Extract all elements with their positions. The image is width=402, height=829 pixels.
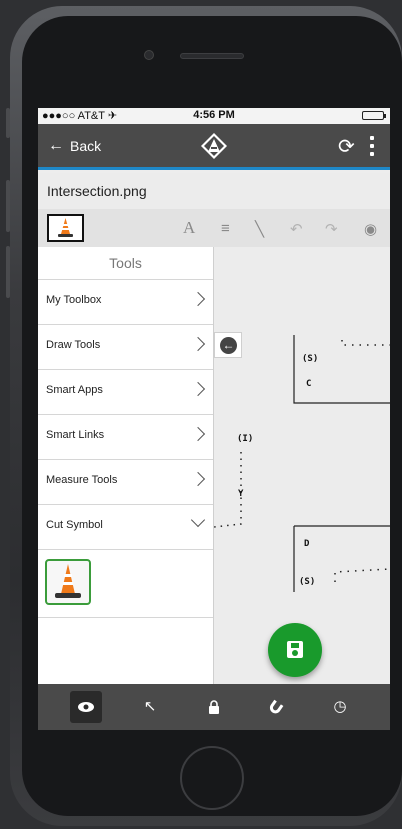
redo-icon[interactable]: ↷	[325, 220, 338, 238]
app-header: ← Back ⟳	[38, 124, 390, 170]
diagram-label-c: C	[306, 379, 312, 389]
magnet-button[interactable]	[260, 691, 292, 723]
battery-icon	[362, 111, 386, 120]
back-label: Back	[70, 138, 102, 154]
tool-row-label: Cut Symbol	[46, 519, 103, 531]
top-dotted-line	[341, 340, 390, 346]
diagram-label-s-top: (S)	[302, 354, 319, 364]
diagram-label-i: (I)	[237, 434, 254, 444]
eye-icon[interactable]: ◉	[364, 220, 377, 238]
arrow-left-circle-icon: ←	[220, 337, 237, 354]
back-button[interactable]: ← Back	[48, 137, 101, 155]
current-symbol-button[interactable]	[47, 214, 84, 242]
cut-symbol-list	[38, 550, 213, 618]
back-arrow-icon: ←	[48, 137, 64, 154]
tool-row-label: Smart Links	[46, 429, 105, 441]
clock-label: 4:56 PM	[193, 109, 235, 121]
diagram-label-y: Y	[238, 489, 244, 499]
clock-icon[interactable]: ◷	[324, 691, 356, 723]
diagram-label-s-bottom: (S)	[299, 577, 316, 587]
tools-panel: Tools My Toolbox Draw Tools Smart Apps S…	[38, 247, 214, 684]
left-dotted-line	[213, 452, 242, 528]
edit-toolbar: A ≡ ╲ ↶ ↷ ◉	[38, 209, 390, 247]
tool-row-label: Draw Tools	[46, 339, 101, 351]
tool-row-label: My Toolbox	[46, 294, 102, 306]
collapse-panel-button[interactable]: ←	[214, 332, 242, 358]
tool-row-label: Measure Tools	[46, 474, 118, 486]
bottom-dotted-line	[334, 568, 390, 582]
chevron-right-icon	[190, 471, 206, 487]
eye-icon	[78, 702, 94, 712]
drawing-canvas[interactable]: (S) C (I) Y D (S)	[213, 247, 390, 684]
diagram-label-d: D	[304, 539, 310, 549]
mute-switch	[6, 108, 10, 138]
traffic-cone-icon	[55, 564, 81, 598]
tool-row-cut-symbol[interactable]: Cut Symbol	[38, 505, 213, 550]
magnet-icon	[269, 699, 284, 714]
text-icon[interactable]: A	[183, 218, 195, 238]
tool-row-draw-tools[interactable]: Draw Tools	[38, 325, 213, 370]
chevron-right-icon	[190, 381, 206, 397]
undo-icon[interactable]: ↶	[290, 220, 303, 238]
app-logo-icon	[201, 133, 227, 159]
volume-up-button	[6, 180, 10, 232]
intersection-diagram	[213, 335, 390, 592]
tools-panel-title: Tools	[38, 247, 213, 280]
save-fab-button[interactable]	[268, 623, 322, 677]
home-button[interactable]	[180, 746, 244, 810]
pen-icon[interactable]: ╲	[255, 220, 264, 238]
chevron-right-icon	[190, 336, 206, 352]
lines-icon[interactable]: ≡	[221, 220, 230, 237]
view-mode-button[interactable]	[70, 691, 102, 723]
traffic-cone-icon	[58, 218, 73, 237]
tool-row-my-toolbox[interactable]: My Toolbox	[38, 280, 213, 325]
pointer-icon[interactable]: ↖	[134, 691, 166, 723]
file-name: Intersection.png	[47, 183, 147, 199]
save-icon	[287, 641, 303, 658]
bottom-toolbar: ↖ ◷	[38, 684, 390, 730]
volume-down-button	[6, 246, 10, 298]
tool-row-measure-tools[interactable]: Measure Tools	[38, 460, 213, 505]
earpiece-speaker	[180, 53, 244, 59]
status-bar: ●●●○○ AT&T ✈ 4:56 PM	[38, 108, 390, 124]
tool-row-label: Smart Apps	[46, 384, 103, 396]
chevron-down-icon	[190, 512, 206, 528]
tool-row-smart-links[interactable]: Smart Links	[38, 415, 213, 460]
chevron-right-icon	[190, 426, 206, 442]
tool-row-smart-apps[interactable]: Smart Apps	[38, 370, 213, 415]
lock-button[interactable]	[198, 691, 230, 723]
app-screen: ●●●○○ AT&T ✈ 4:56 PM ← Back ⟳ Intersecti…	[38, 108, 390, 730]
more-menu-icon[interactable]	[369, 136, 375, 156]
chevron-right-icon	[190, 291, 206, 307]
lock-icon	[209, 700, 219, 714]
refresh-icon[interactable]: ⟳	[338, 134, 355, 159]
front-camera	[144, 50, 154, 60]
traffic-cone-symbol[interactable]	[45, 559, 91, 605]
file-bar: Intersection.png	[38, 173, 390, 209]
